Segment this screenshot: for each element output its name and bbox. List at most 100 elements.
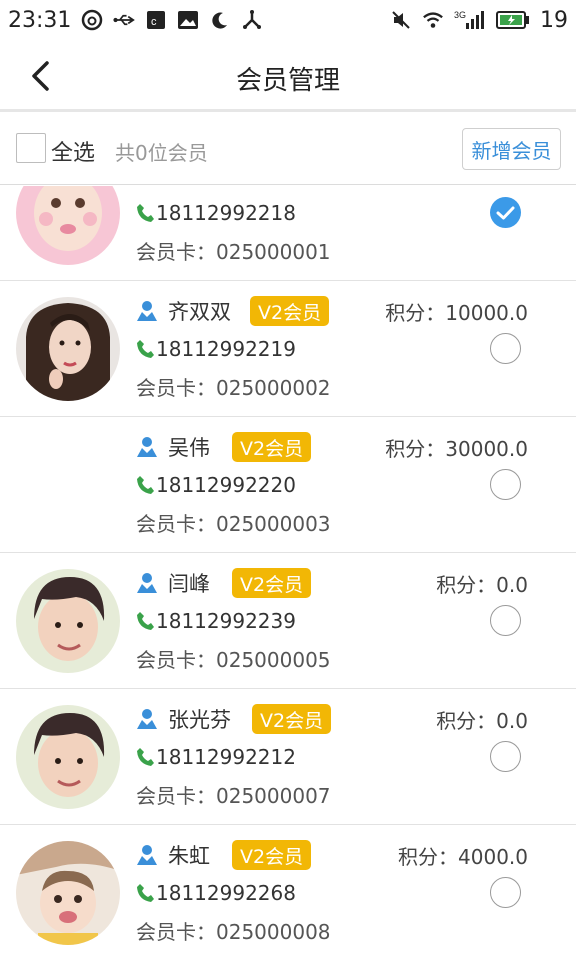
member-points: 积分：0.0 — [436, 709, 528, 733]
member-row[interactable]: 闫峰 V2会员 积分：0.0 18112992239 会员卡：025000005 — [0, 553, 576, 689]
avatar — [16, 186, 120, 265]
phone-line: 18112992220 — [136, 470, 296, 500]
select-checkbox[interactable] — [490, 333, 521, 364]
member-level-badge: V2会员 — [250, 296, 330, 326]
member-name: 吴伟 — [168, 436, 210, 460]
name-line: 张光芬 — [136, 704, 231, 734]
member-card-line: 会员卡：025000001 — [136, 236, 331, 265]
phone-line: 18112992212 — [136, 742, 296, 772]
member-points: 积分：10000.0 — [385, 301, 528, 325]
member-phone: 18112992268 — [156, 881, 296, 905]
member-card-label: 会员卡： — [136, 376, 216, 400]
member-card-label: 会员卡： — [136, 784, 216, 808]
select-checkbox[interactable] — [490, 605, 521, 636]
battery-percent: 19 — [540, 7, 568, 33]
member-card-number: 025000002 — [216, 376, 331, 400]
usb-icon — [113, 9, 136, 31]
phone-icon — [137, 884, 154, 902]
name-line: 闫峰 — [136, 568, 210, 598]
battery-icon — [496, 9, 530, 31]
phone-line: 18112992219 — [136, 334, 296, 364]
select-checkbox[interactable] — [490, 197, 521, 228]
gallery-icon — [177, 9, 199, 31]
member-row[interactable]: 18112992218 会员卡：025000001 — [0, 186, 576, 281]
phone-line: 18112992218 — [136, 198, 296, 228]
mute-icon — [390, 9, 412, 31]
member-card-label: 会员卡： — [136, 920, 216, 944]
wifi-icon — [422, 9, 444, 31]
signal-3g-icon: 3G — [454, 9, 486, 31]
title-bar: 会员管理 — [0, 40, 576, 112]
person-icon — [137, 301, 157, 321]
member-phone: 18112992212 — [156, 745, 296, 769]
member-name: 闫峰 — [168, 572, 210, 596]
phone-line: 18112992268 — [136, 878, 296, 908]
select-checkbox[interactable] — [490, 741, 521, 772]
member-card-line: 会员卡：025000002 — [136, 372, 331, 401]
member-row[interactable]: 齐双双 V2会员 积分：10000.0 18112992219 会员卡：0250… — [0, 281, 576, 417]
member-points: 积分：30000.0 — [385, 437, 528, 461]
avatar — [16, 841, 120, 945]
person-icon — [137, 437, 157, 457]
name-line: 朱虹 — [136, 840, 210, 870]
avatar — [16, 433, 120, 537]
avatar — [16, 569, 120, 673]
moon-icon — [209, 9, 231, 31]
member-name: 张光芬 — [168, 708, 231, 732]
phone-icon — [137, 748, 154, 766]
member-phone: 18112992219 — [156, 337, 296, 361]
phone-icon — [137, 476, 154, 494]
phone-icon — [137, 612, 154, 630]
member-card-label: 会员卡： — [136, 648, 216, 672]
member-level-badge: V2会员 — [232, 840, 312, 870]
member-row[interactable]: 张光芬 V2会员 积分：0.0 18112992212 会员卡：02500000… — [0, 689, 576, 825]
select-checkbox[interactable] — [490, 877, 521, 908]
phone-line: 18112992239 — [136, 606, 296, 636]
phone-icon — [137, 340, 154, 358]
member-card-label: 会员卡： — [136, 240, 216, 264]
svg-text:3G: 3G — [454, 10, 466, 20]
member-row[interactable]: 吴伟 V2会员 积分：30000.0 18112992220 会员卡：02500… — [0, 417, 576, 553]
member-card-number: 025000003 — [216, 512, 331, 536]
member-points: 积分：0.0 — [436, 573, 528, 597]
member-phone: 18112992239 — [156, 609, 296, 633]
member-card-line: 会员卡：025000008 — [136, 916, 331, 945]
name-line: 吴伟 — [136, 432, 210, 462]
select-all-label[interactable]: 全选 — [51, 135, 95, 167]
phone-icon — [137, 204, 154, 222]
member-list[interactable]: 18112992218 会员卡：025000001 齐双双 V2会员 积分：10… — [0, 186, 576, 960]
share-hub-icon — [241, 9, 263, 31]
member-points: 积分：4000.0 — [398, 845, 528, 869]
avatar — [16, 297, 120, 401]
member-card-number: 025000005 — [216, 648, 331, 672]
add-member-button[interactable]: 新增会员 — [462, 128, 561, 170]
person-icon — [137, 709, 157, 729]
svg-text:c: c — [151, 16, 157, 28]
member-card-label: 会员卡： — [136, 512, 216, 536]
member-row[interactable]: 朱虹 V2会员 积分：4000.0 18112992268 会员卡：025000… — [0, 825, 576, 960]
status-bar: 23:31 c 3G 19 — [0, 0, 576, 40]
select-all-checkbox[interactable] — [16, 133, 46, 163]
status-time: 23:31 — [8, 7, 72, 33]
notification-app-icon: c — [145, 9, 167, 31]
name-line: 齐双双 — [136, 296, 231, 326]
member-card-line: 会员卡：025000005 — [136, 644, 331, 673]
member-card-number: 025000007 — [216, 784, 331, 808]
member-phone: 18112992218 — [156, 201, 296, 225]
member-name: 齐双双 — [168, 300, 231, 324]
member-level-badge: V2会员 — [252, 704, 332, 734]
member-count: 共0位会员 — [115, 141, 208, 165]
member-phone: 18112992220 — [156, 473, 296, 497]
member-card-line: 会员卡：025000007 — [136, 780, 331, 809]
member-card-line: 会员卡：025000003 — [136, 508, 331, 537]
check-icon — [496, 206, 515, 220]
member-level-badge: V2会员 — [232, 432, 312, 462]
member-card-number: 025000001 — [216, 240, 331, 264]
select-checkbox[interactable] — [490, 469, 521, 500]
member-name: 朱虹 — [168, 844, 210, 868]
avatar — [16, 705, 120, 809]
person-icon — [137, 845, 157, 865]
page-title: 会员管理 — [235, 66, 340, 96]
netease-music-icon — [81, 9, 103, 31]
person-icon — [137, 573, 157, 593]
